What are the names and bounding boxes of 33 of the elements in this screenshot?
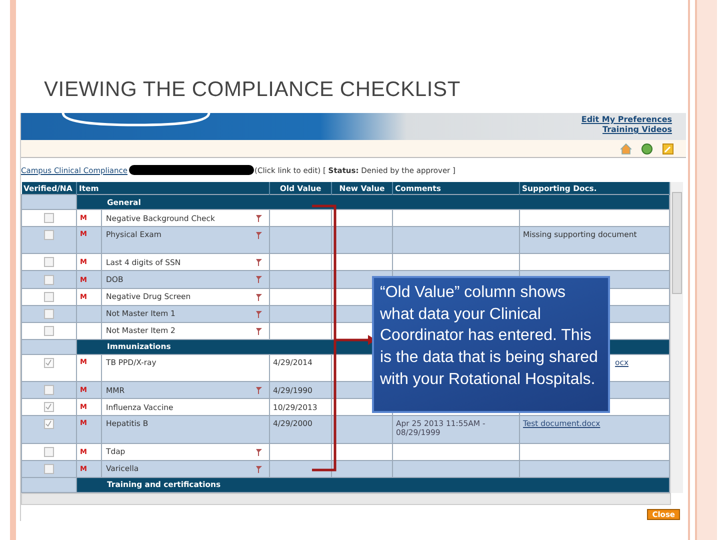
checkbox[interactable] xyxy=(44,385,54,396)
flag-icon[interactable] xyxy=(255,214,264,222)
checkbox[interactable] xyxy=(44,213,54,224)
flag-icon[interactable] xyxy=(255,292,264,301)
oval-logo-icon xyxy=(61,113,211,127)
home-icon[interactable] xyxy=(620,142,632,154)
checkbox[interactable] xyxy=(44,358,54,368)
flag-icon[interactable] xyxy=(255,258,264,266)
checkbox[interactable] xyxy=(44,274,54,285)
flag-icon[interactable] xyxy=(255,275,264,284)
checkbox[interactable] xyxy=(44,446,54,457)
flag-icon[interactable] xyxy=(255,448,264,456)
help-icon[interactable] xyxy=(641,142,653,154)
horizontal-scrollbar[interactable] xyxy=(21,493,671,505)
checkbox[interactable] xyxy=(44,464,54,474)
flag-icon[interactable] xyxy=(255,326,264,335)
checkbox[interactable] xyxy=(44,419,54,430)
vertical-scrollbar[interactable] xyxy=(670,182,684,493)
checkbox[interactable] xyxy=(44,257,54,268)
flag-icon[interactable] xyxy=(255,231,264,240)
flag-icon[interactable] xyxy=(255,386,264,394)
checkbox[interactable] xyxy=(44,308,54,319)
header-link[interactable]: Edit My Preferences xyxy=(581,115,672,125)
callout: “Old Value” column shows what data your Clinical Coordinator has entered. This is the data that is being shared with your Rotational Hospitals. xyxy=(372,276,610,413)
key-icon[interactable] xyxy=(662,142,674,154)
flag-icon[interactable] xyxy=(255,310,264,318)
slide-title: VIEWING THE COMPLIANCE CHECKLIST xyxy=(44,78,462,103)
checkbox[interactable] xyxy=(44,230,54,240)
checkbox[interactable] xyxy=(44,402,54,412)
checkbox[interactable] xyxy=(44,326,54,336)
header-link[interactable]: Training Videos xyxy=(602,125,672,135)
flag-icon[interactable] xyxy=(255,464,264,473)
checkbox[interactable] xyxy=(44,292,54,302)
